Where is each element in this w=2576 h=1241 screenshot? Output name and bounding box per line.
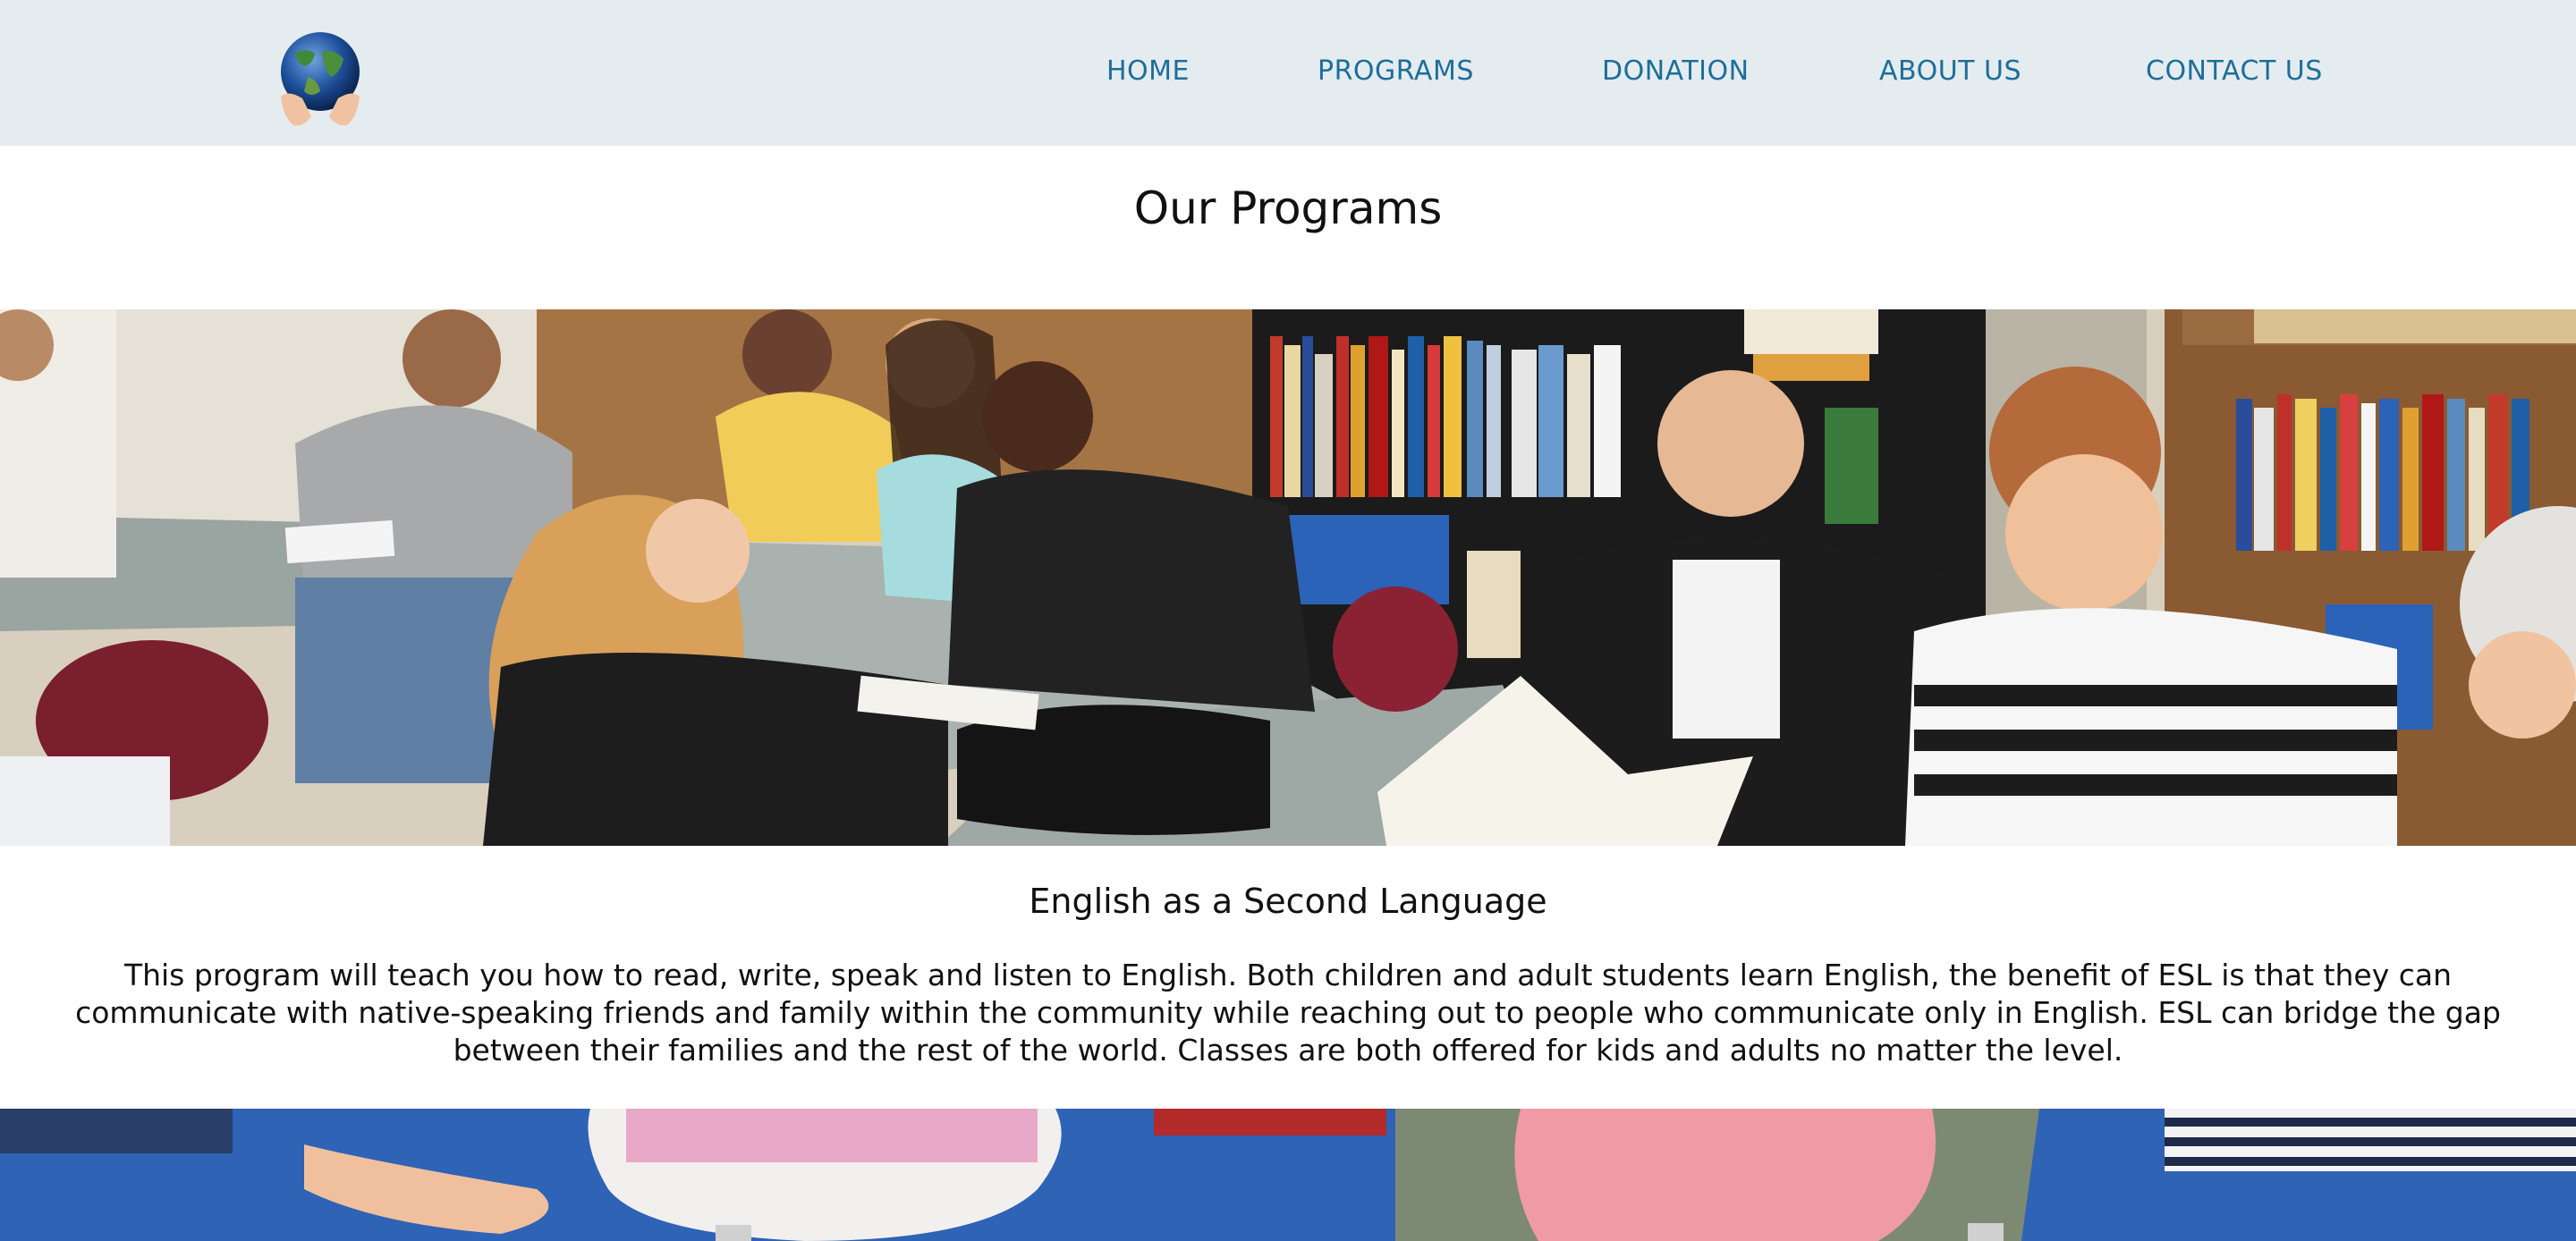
site-header: HOME PROGRAMS DONATION ABOUT US CONTACT … <box>0 0 2576 146</box>
classroom-photo <box>0 309 2576 846</box>
program-description: This program will teach you how to read,… <box>75 958 2501 1068</box>
nav-link-programs[interactable]: PROGRAMS <box>1318 52 1474 91</box>
nav-link-about-us[interactable]: ABOUT US <box>1879 52 2021 91</box>
page-title: Our Programs <box>1133 182 1443 234</box>
kids-classroom-photo <box>0 1109 2576 1241</box>
nav-link-contact-us[interactable]: CONTACT US <box>2146 52 2323 91</box>
program-title: English as a Second Language <box>1029 882 1547 921</box>
globe-hands-logo[interactable] <box>268 27 372 131</box>
nav-link-donation[interactable]: DONATION <box>1602 52 1750 91</box>
nav-link-home[interactable]: HOME <box>1106 52 1190 91</box>
